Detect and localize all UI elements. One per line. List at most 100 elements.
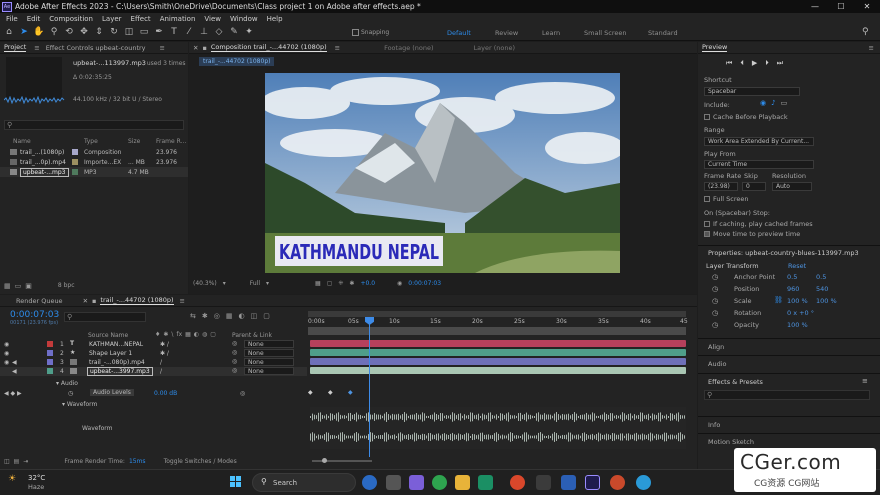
menu-window[interactable]: Window bbox=[230, 15, 258, 23]
snapshot-icon[interactable]: ◉ bbox=[397, 280, 402, 287]
audio-levels-value[interactable]: 0.00 dB bbox=[154, 390, 177, 397]
col-type[interactable]: Type bbox=[84, 138, 98, 145]
chevron-down-icon[interactable]: ▾ bbox=[223, 280, 226, 287]
scale-x[interactable]: 100 % bbox=[787, 297, 808, 305]
info-panel[interactable]: Info bbox=[708, 421, 720, 429]
search-help-icon[interactable]: ⚲ bbox=[862, 27, 869, 37]
pan-behind-tool-icon[interactable]: ◫ bbox=[123, 26, 135, 38]
layer-switches[interactable]: ✱ / bbox=[160, 341, 169, 348]
toggle-in-out-icon[interactable]: ⇥ bbox=[23, 458, 28, 465]
move-time-checkbox[interactable] bbox=[704, 231, 710, 237]
layer-bar-1[interactable] bbox=[310, 340, 686, 347]
exposure-value[interactable]: +0.0 bbox=[360, 280, 375, 287]
motion-sketch-panel[interactable]: Motion Sketch bbox=[708, 438, 754, 446]
tab-preview[interactable]: Preview bbox=[702, 43, 728, 52]
audio-group[interactable]: ▾ Audio bbox=[56, 380, 78, 387]
teams-icon[interactable] bbox=[409, 475, 424, 490]
draft-3d-icon[interactable]: ✱ bbox=[202, 312, 208, 320]
next-frame-icon[interactable]: ⏵ bbox=[765, 59, 769, 68]
timeline-timecode[interactable]: 0:00:07:03 bbox=[10, 310, 59, 320]
layer-switches[interactable]: ✱ / bbox=[160, 350, 169, 357]
composition-frame[interactable]: KATHMANDU NEPAL bbox=[265, 73, 620, 273]
minimize-button[interactable]: — bbox=[802, 0, 828, 13]
workspace-learn[interactable]: Learn bbox=[542, 29, 560, 37]
close-icon[interactable]: ✕ bbox=[193, 44, 198, 52]
taskbar-search[interactable]: ⚲ Search bbox=[252, 473, 356, 492]
parent-dropdown[interactable]: None bbox=[244, 367, 294, 375]
app-icon[interactable] bbox=[536, 475, 551, 490]
roto-brush-icon[interactable]: ✎ bbox=[228, 26, 240, 38]
pickwhip-icon[interactable]: ◎ bbox=[240, 390, 245, 397]
cached-frames-checkbox[interactable] bbox=[704, 221, 710, 227]
reset-button[interactable]: Reset bbox=[788, 262, 806, 270]
menu-view[interactable]: View bbox=[204, 15, 221, 23]
rotate-tool-icon[interactable]: ↻ bbox=[108, 26, 120, 38]
channel-icon[interactable]: ⁜ bbox=[338, 280, 343, 287]
anchor-y[interactable]: 0.5 bbox=[816, 273, 826, 281]
chrome-icon[interactable] bbox=[510, 475, 525, 490]
last-frame-icon[interactable]: ⏭ bbox=[777, 59, 783, 68]
file-explorer-icon[interactable] bbox=[455, 475, 470, 490]
workspace-standard[interactable]: Standard bbox=[648, 29, 678, 37]
range-dropdown[interactable]: Work Area Extended By Current... bbox=[704, 137, 814, 146]
lock-icon[interactable]: ▪ bbox=[92, 297, 96, 305]
keyframe-nav-icon[interactable]: ◀ ◆ ▶ bbox=[4, 390, 22, 397]
new-comp-icon[interactable]: ▣ bbox=[25, 282, 32, 290]
motion-blur-switch-icon[interactable]: ◐ bbox=[194, 331, 199, 338]
eye-icon[interactable]: ◉ bbox=[4, 350, 9, 357]
play-icon[interactable]: ▶ bbox=[752, 59, 757, 68]
col-source-name[interactable]: Source Name bbox=[88, 332, 128, 339]
framerate-dropdown[interactable]: (23.98) bbox=[704, 182, 738, 191]
orbit-tool-icon[interactable]: ⟲ bbox=[63, 26, 75, 38]
close-icon[interactable]: ≡ bbox=[34, 44, 39, 52]
workspace-default[interactable]: Default bbox=[447, 29, 471, 37]
opacity-icon[interactable]: ◷ bbox=[712, 321, 718, 329]
chevron-down-icon[interactable]: ▾ bbox=[266, 280, 269, 287]
weather-text[interactable]: Haze bbox=[28, 483, 44, 491]
pickwhip-icon[interactable]: ◎ bbox=[232, 367, 237, 374]
cache-checkbox[interactable] bbox=[704, 114, 710, 120]
powerpoint-icon[interactable] bbox=[610, 475, 625, 490]
eraser-tool-icon[interactable]: ◇ bbox=[213, 26, 225, 38]
timeline-search-input[interactable]: ⚲ bbox=[64, 312, 146, 322]
layer-bar-4[interactable] bbox=[310, 367, 686, 374]
menu-icon[interactable]: ≡ bbox=[862, 377, 868, 385]
snapping-checkbox[interactable] bbox=[352, 29, 359, 36]
effects-presets-panel[interactable]: Effects & Presets bbox=[708, 378, 763, 386]
app-icon[interactable] bbox=[478, 475, 493, 490]
keyframe-icon[interactable]: ◆ bbox=[348, 389, 353, 396]
graph-editor-icon[interactable]: ◫ bbox=[251, 312, 258, 320]
shy-icon[interactable]: ◎ bbox=[214, 312, 220, 320]
pickwhip-icon[interactable]: ◎ bbox=[232, 349, 237, 356]
word-icon[interactable] bbox=[561, 475, 576, 490]
anchor-icon[interactable]: ◷ bbox=[712, 273, 718, 281]
shy-switch-icon[interactable]: ♦ bbox=[155, 331, 160, 338]
list-item[interactable]: trail_...(1080p) Composition 23.976 bbox=[0, 147, 188, 157]
rotation-value[interactable]: 0 x +0 ° bbox=[787, 309, 814, 317]
menu-layer[interactable]: Layer bbox=[102, 15, 122, 23]
layer-bar-3[interactable] bbox=[310, 358, 686, 365]
viewer-timecode[interactable]: 0:00:07:03 bbox=[408, 280, 441, 287]
video-toggle-icon[interactable]: ◉ bbox=[760, 99, 766, 107]
pan-tool-icon[interactable]: ✥ bbox=[78, 26, 90, 38]
scale-icon[interactable]: ◷ bbox=[712, 297, 718, 305]
table-row[interactable]: ◀ 4 upbeat-...3997.mp3 / ◎ None bbox=[0, 367, 307, 376]
speaker-icon[interactable]: ◀ bbox=[12, 359, 17, 366]
after-effects-icon[interactable] bbox=[585, 475, 600, 490]
tab-layer[interactable]: Layer (none) bbox=[474, 44, 515, 52]
tab-render-queue[interactable]: Render Queue bbox=[16, 297, 63, 305]
app-icon[interactable] bbox=[432, 475, 447, 490]
parent-dropdown[interactable]: None bbox=[244, 358, 294, 366]
work-area-icon[interactable]: ▢ bbox=[263, 312, 270, 320]
lock-icon[interactable]: ▪ bbox=[202, 44, 206, 52]
hand-tool-icon[interactable]: ✋ bbox=[33, 26, 45, 38]
table-row[interactable]: ◉ ◀ 3 trail_-...080p).mp4 / ◎ None bbox=[0, 358, 307, 367]
zoom-tool-icon[interactable]: ⚲ bbox=[48, 26, 60, 38]
playfrom-dropdown[interactable]: Current Time bbox=[704, 160, 814, 169]
prev-frame-icon[interactable]: ⏴ bbox=[740, 59, 744, 68]
temperature[interactable]: 32°C bbox=[28, 474, 45, 482]
opacity-value[interactable]: 100 % bbox=[787, 321, 808, 329]
pen-tool-icon[interactable]: ✒ bbox=[153, 26, 165, 38]
menu-effect[interactable]: Effect bbox=[131, 15, 151, 23]
anchor-x[interactable]: 0.5 bbox=[787, 273, 797, 281]
